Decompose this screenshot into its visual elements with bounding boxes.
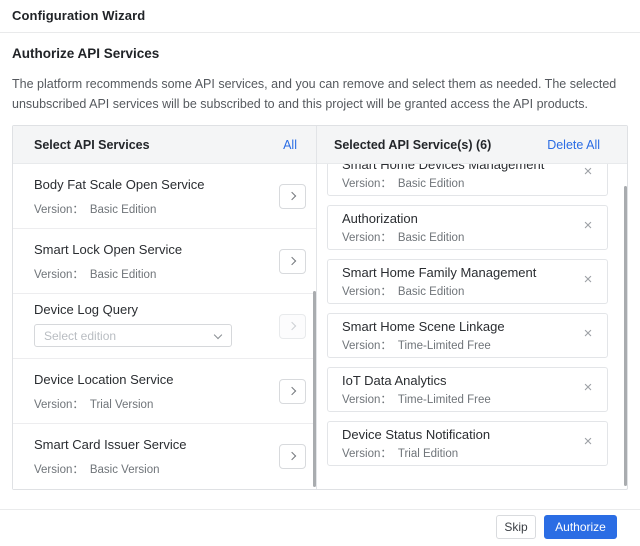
page-description-line1: The platform recommends some API service… xyxy=(12,77,617,91)
add-service-button[interactable] xyxy=(279,444,306,469)
version-label: Version： xyxy=(342,286,392,298)
service-name: Device Log Query xyxy=(34,302,139,317)
version-label: Version： xyxy=(342,394,392,406)
service-name: Smart Home Family Management xyxy=(342,265,537,280)
close-icon[interactable]: × xyxy=(580,380,596,396)
service-name: Device Status Notification xyxy=(342,427,491,442)
close-icon[interactable]: × xyxy=(580,218,596,234)
version-value: Trial Version xyxy=(89,399,154,411)
list-item: Smart Card Issuer Service Version： Basic … xyxy=(13,424,316,489)
add-service-button[interactable] xyxy=(279,184,306,209)
chevron-right-icon xyxy=(287,256,297,266)
page-description: The platform recommends some API service… xyxy=(12,74,632,114)
add-service-button-disabled[interactable] xyxy=(279,314,306,339)
service-name: Smart Card Issuer Service xyxy=(34,437,187,452)
selected-service-card: Smart Home Scene Linkage Version： Time-Li… xyxy=(327,313,608,358)
list-item: Device Location Service Version： Trial Ve… xyxy=(13,359,316,424)
version-value: Time-Limited Free xyxy=(397,394,491,406)
add-service-button[interactable] xyxy=(279,379,306,404)
right-panel-header: Selected API Service(s) (6) Delete All xyxy=(317,126,627,164)
edition-select-placeholder: Select edition xyxy=(44,328,117,343)
service-name: IoT Data Analytics xyxy=(342,373,447,388)
add-service-button[interactable] xyxy=(279,249,306,274)
selected-service-card: Smart Home Devices Management Version： Ba… xyxy=(327,164,608,196)
service-version: Version： Time-Limited Free xyxy=(342,391,567,407)
right-panel-title: Selected API Service(s) (6) xyxy=(334,137,492,152)
service-version: Version： Basic Version xyxy=(34,461,268,477)
version-label: Version： xyxy=(34,464,84,476)
left-list-scrollbar[interactable] xyxy=(313,291,316,487)
selected-service-card: Smart Home Family Management Version： Bas… xyxy=(327,259,608,304)
header-divider xyxy=(0,32,640,33)
selected-api-services-column: Selected API Service(s) (6) Delete All S… xyxy=(317,126,627,489)
close-icon[interactable]: × xyxy=(580,164,596,180)
left-panel-title: Select API Services xyxy=(34,137,150,152)
skip-button[interactable]: Skip xyxy=(496,515,536,539)
page-title: Authorize API Services xyxy=(12,46,160,61)
footer-divider xyxy=(0,509,640,510)
service-version: Version： Basic Edition xyxy=(34,266,268,282)
list-item: Smart Lock Open Service Version： Basic Ed… xyxy=(13,229,316,294)
service-name: Device Location Service xyxy=(34,372,174,387)
chevron-right-icon xyxy=(287,386,297,396)
chevron-right-icon xyxy=(287,451,297,461)
service-version: Version： Trial Version xyxy=(34,396,268,412)
version-label: Version： xyxy=(342,340,392,352)
right-list-scrollbar[interactable] xyxy=(624,186,627,486)
version-value: Basic Edition xyxy=(397,232,465,244)
service-version: Version： Time-Limited Free xyxy=(342,337,567,353)
version-value: Basic Edition xyxy=(89,269,157,281)
selected-services-list: Smart Home Devices Management Version： Ba… xyxy=(317,164,627,489)
chevron-down-icon xyxy=(213,330,223,340)
version-label: Version： xyxy=(342,448,392,460)
api-transfer-panel: Select API Services All Body Fat Scale O… xyxy=(12,125,628,490)
version-value: Basic Version xyxy=(89,464,160,476)
edition-select[interactable]: Select edition xyxy=(34,324,232,347)
close-icon[interactable]: × xyxy=(580,326,596,342)
service-name: Body Fat Scale Open Service xyxy=(34,177,205,192)
version-value: Basic Edition xyxy=(397,178,465,190)
version-label: Version： xyxy=(342,178,392,190)
version-label: Version： xyxy=(34,204,84,216)
version-label: Version： xyxy=(34,399,84,411)
version-value: Trial Edition xyxy=(397,448,459,460)
select-api-services-column: Select API Services All Body Fat Scale O… xyxy=(13,126,317,489)
page-description-line2: unsubscribed API services will be subscr… xyxy=(12,97,588,111)
service-name: Smart Home Devices Management xyxy=(342,164,545,172)
window-title: Configuration Wizard xyxy=(12,8,146,23)
authorize-button[interactable]: Authorize xyxy=(544,515,617,539)
close-icon[interactable]: × xyxy=(580,272,596,288)
service-version: Version： Trial Edition xyxy=(342,445,567,461)
available-services-list: Body Fat Scale Open Service Version： Basi… xyxy=(13,164,316,489)
close-icon[interactable]: × xyxy=(580,434,596,450)
service-name: Smart Home Scene Linkage xyxy=(342,319,505,334)
delete-all-link[interactable]: Delete All xyxy=(547,138,600,152)
selected-service-card: IoT Data Analytics Version： Time-Limited … xyxy=(327,367,608,412)
chevron-right-icon xyxy=(287,191,297,201)
service-version: Version： Basic Edition xyxy=(342,283,567,299)
left-panel-header: Select API Services All xyxy=(13,126,316,164)
version-label: Version： xyxy=(34,269,84,281)
version-value: Basic Edition xyxy=(89,204,157,216)
version-value: Basic Edition xyxy=(397,286,465,298)
service-name: Authorization xyxy=(342,211,418,226)
chevron-right-icon xyxy=(287,321,297,331)
select-all-link[interactable]: All xyxy=(283,138,297,152)
list-item: Device Log Query Select edition xyxy=(13,294,316,359)
list-item: Body Fat Scale Open Service Version： Basi… xyxy=(13,164,316,229)
service-version: Version： Basic Edition xyxy=(342,229,567,245)
service-version: Version： Basic Edition xyxy=(342,175,567,191)
service-version: Version： Basic Edition xyxy=(34,201,268,217)
version-value: Time-Limited Free xyxy=(397,340,491,352)
selected-service-card: Authorization Version： Basic Edition × xyxy=(327,205,608,250)
service-name: Smart Lock Open Service xyxy=(34,242,183,257)
selected-service-card: Device Status Notification Version： Trial… xyxy=(327,421,608,466)
version-label: Version： xyxy=(342,232,392,244)
